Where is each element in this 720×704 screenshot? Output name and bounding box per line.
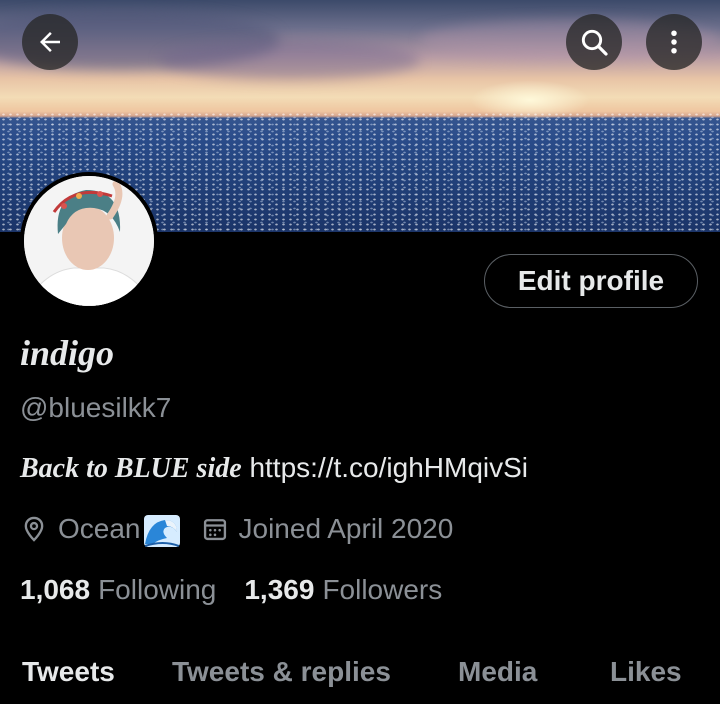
location-text: Ocean xyxy=(58,513,141,544)
follow-stats: 1,068 Following 1,369 Followers xyxy=(20,574,470,606)
avatar-image xyxy=(24,176,154,306)
calendar-icon xyxy=(203,519,226,541)
tab-media[interactable]: Media xyxy=(458,656,537,688)
more-options-button[interactable] xyxy=(646,14,702,70)
profile-tabs: Tweets Tweets & replies Media Likes xyxy=(0,650,720,704)
avatar[interactable] xyxy=(20,172,158,310)
following-link[interactable]: 1,068 Following xyxy=(20,574,216,606)
tab-likes[interactable]: Likes xyxy=(610,656,682,688)
more-vertical-icon xyxy=(671,30,677,54)
bio-text: Back to BLUE side xyxy=(20,453,242,484)
followers-count: 1,369 xyxy=(244,574,315,605)
tab-tweets-and-replies[interactable]: Tweets & replies xyxy=(172,656,391,688)
followers-link[interactable]: 1,369 Followers xyxy=(244,574,442,606)
following-label: Following xyxy=(98,574,217,605)
followers-label: Followers xyxy=(322,574,443,605)
following-count: 1,068 xyxy=(20,574,91,605)
profile-meta: Ocean Joined April 2020 xyxy=(20,512,473,548)
joined-text: Joined April 2020 xyxy=(238,513,454,544)
search-button[interactable] xyxy=(566,14,622,70)
arrow-left-icon xyxy=(40,32,60,52)
location-pin-icon xyxy=(24,516,44,542)
joined-date: Joined April 2020 xyxy=(201,513,454,545)
username-handle: @bluesilkk7 xyxy=(20,392,172,423)
bio: Back to BLUE side https://t.co/ighHMqivS… xyxy=(20,452,528,485)
tab-tweets[interactable]: Tweets xyxy=(22,656,115,688)
bio-link[interactable]: https://t.co/ighHMqivSi xyxy=(249,452,528,483)
water-wave-emoji xyxy=(143,514,181,548)
back-button[interactable] xyxy=(22,14,78,70)
search-icon xyxy=(581,29,608,56)
edit-profile-button[interactable]: Edit profile xyxy=(484,254,698,308)
display-name: indigo xyxy=(20,333,115,373)
location: Ocean xyxy=(20,512,181,548)
